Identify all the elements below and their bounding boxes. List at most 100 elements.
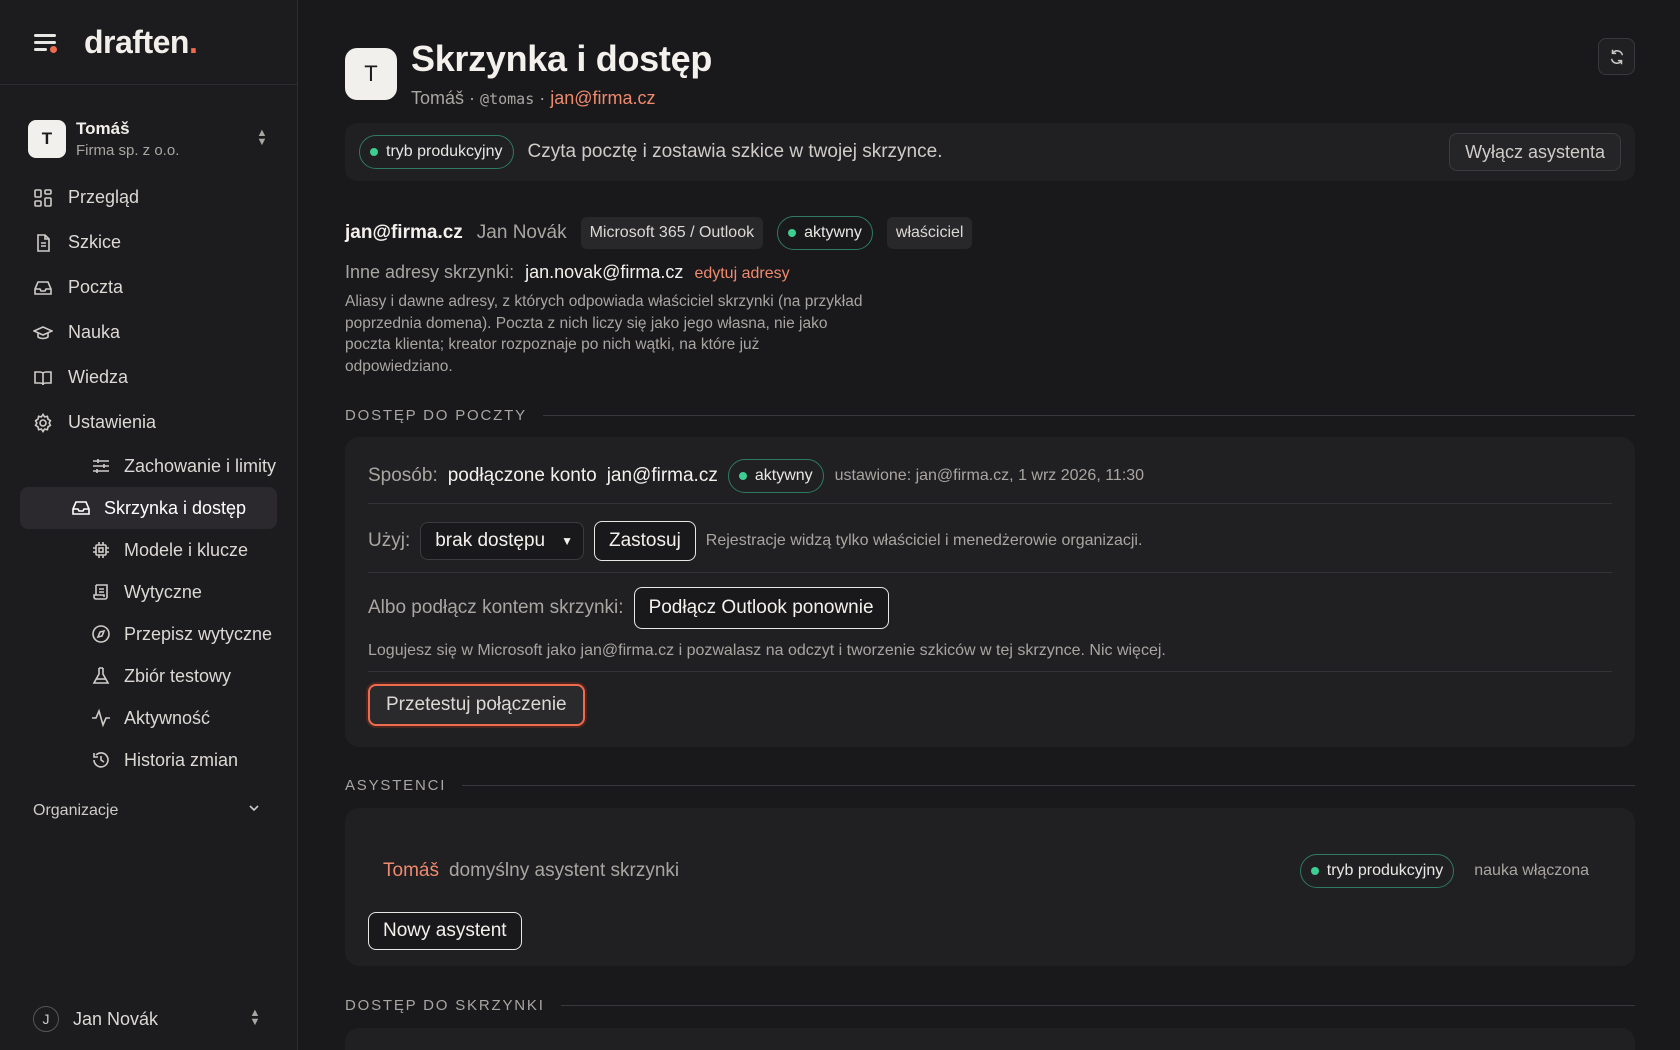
subtitle-name: Tomáš <box>411 88 465 108</box>
brand-logo[interactable]: draften. <box>84 24 198 61</box>
divider <box>368 572 1612 573</box>
assistants-card: Tomáš domyślny asystent skrzynki tryb pr… <box>345 808 1635 966</box>
status-label: aktywny <box>754 467 813 484</box>
disable-assistant-button[interactable]: Wyłącz asystenta <box>1449 133 1621 171</box>
section-title-assistants: ASYSTENCI <box>345 777 1635 794</box>
status-dot <box>788 229 797 237</box>
subnav-item-label: Aktywność <box>124 707 211 728</box>
sliders-icon <box>90 455 112 477</box>
sidebar: draften. T Tomáš Firma sp. z o.o. ▲ ▼ Prz… <box>0 0 298 1050</box>
workspace-name: Tomáš <box>76 119 130 138</box>
edit-aliases-link[interactable]: edytuj adresy <box>694 265 789 282</box>
chevron-down-icon <box>247 801 261 820</box>
nav-item-szkice[interactable]: Szkice <box>0 220 297 265</box>
page-title: Skrzynka i dostęp <box>411 38 713 79</box>
subtitle-email-link[interactable]: jan@firma.cz <box>550 88 655 108</box>
aliases-value: jan.novak@firma.cz <box>525 262 684 282</box>
user-menu[interactable]: J Jan Novák ▲ ▼ <box>0 1006 298 1032</box>
subnav-item-wytyczne[interactable]: Wytyczne <box>20 571 277 613</box>
account-email: jan@firma.cz <box>345 222 463 243</box>
method-email: jan@firma.cz <box>606 465 718 486</box>
learning-status: nauka włączona <box>1474 862 1589 879</box>
subnav-item-przepisz[interactable]: Przepisz wytyczne <box>20 613 277 655</box>
document-icon <box>32 232 54 254</box>
new-assistant-row: Nowy asystent <box>368 911 1612 951</box>
section-title-mail-access: DOSTĘP DO POCZTY <box>345 407 1635 424</box>
reconnect-outlook-button[interactable]: Podłącz Outlook ponownie <box>633 587 889 629</box>
page-header: T Skrzynka i dostęp Tomáš · @tomas · jan… <box>345 38 712 109</box>
inbox-icon <box>70 497 92 519</box>
assistant-avatar: T <box>345 48 397 100</box>
section-label: ASYSTENCI <box>345 777 447 794</box>
section-label: DOSTĘP DO SKRZYNKI <box>345 997 545 1014</box>
method-row: Sposób: podłączone konto jan@firma.cz ak… <box>368 459 1612 493</box>
chevron-updown-icon: ▲ ▼ <box>249 1007 261 1028</box>
nav-item-ustawienia[interactable]: Ustawienia <box>0 400 297 445</box>
nav-item-label: Nauka <box>68 322 121 342</box>
mode-badge: tryb produkcyjny <box>359 135 514 169</box>
use-row: Użyj: brak dostępu ▼ Zastosuj Rejestracj… <box>368 521 1612 561</box>
subnav-item-label: Zbiór testowy <box>124 665 232 686</box>
nav-item-label: Poczta <box>68 277 124 297</box>
method-label: Sposób: <box>368 465 438 486</box>
box-access-card <box>345 1028 1635 1050</box>
apply-button[interactable]: Zastosuj <box>593 521 696 561</box>
grid-icon <box>32 187 54 209</box>
test-connection-button[interactable]: Przetestuj połączenie <box>368 684 585 726</box>
chip-icon <box>90 539 112 561</box>
scroll-icon <box>90 581 112 603</box>
nav-item-label: Przegląd <box>68 187 140 207</box>
subnav-item-zachowanie[interactable]: Zachowanie i limity <box>20 445 277 487</box>
workspace-switcher[interactable]: T Tomáš Firma sp. z o.o. ▲ ▼ <box>0 115 297 163</box>
activity-icon <box>90 707 112 729</box>
subnav-item-aktywnosc[interactable]: Aktywność <box>20 697 277 739</box>
mode-label: tryb produkcyjny <box>1326 862 1444 879</box>
account-row: jan@firma.cz Jan Novák Microsoft 365 / O… <box>345 216 973 250</box>
brand-bar: draften. <box>0 0 297 85</box>
section-title-box-access: DOSTĘP DO SKRZYNKI <box>345 997 1635 1014</box>
inbox-icon <box>32 277 54 299</box>
connect-label: Albo podłącz kontem skrzynki: <box>368 597 624 618</box>
flask-icon <box>90 665 112 687</box>
subnav-item-zbior[interactable]: Zbiór testowy <box>20 655 277 697</box>
account-name: Jan Novák <box>476 222 567 243</box>
nav-item-wiedza[interactable]: Wiedza <box>0 355 297 400</box>
subtitle-handle: @tomas <box>480 90 535 108</box>
status-dot <box>1310 867 1319 875</box>
main-nav: Przegląd Szkice Poczta Nauka Wiedza Usta… <box>0 175 297 781</box>
section-label: DOSTĘP DO POCZTY <box>345 407 527 424</box>
subnav-item-label: Historia zmian <box>124 749 239 770</box>
refresh-button[interactable] <box>1598 38 1635 75</box>
book-icon <box>32 367 54 389</box>
subnav-item-historia[interactable]: Historia zmian <box>20 739 277 781</box>
status-dot <box>738 472 747 480</box>
nav-item-nauka[interactable]: Nauka <box>0 310 297 355</box>
access-select[interactable]: brak dostępu ▼ <box>420 522 584 560</box>
nav-item-label: Szkice <box>68 232 122 252</box>
menu-icon[interactable] <box>32 31 60 53</box>
subnav-item-skrzynka[interactable]: Skrzynka i dostęp <box>20 487 277 529</box>
connect-note-row: Logujesz się w Microsoft jako jan@firma.… <box>368 639 1612 663</box>
separator: · <box>539 88 546 108</box>
assistant-status-banner: tryb produkcyjny Czyta pocztę i zostawia… <box>345 123 1635 181</box>
access-select-value: brak dostępu <box>435 530 546 551</box>
assistant-row[interactable]: Tomáš domyślny asystent skrzynki tryb pr… <box>383 853 1589 889</box>
status-dot <box>370 148 378 156</box>
connect-row: Albo podłącz kontem skrzynki: Podłącz Ou… <box>368 587 1612 629</box>
gear-icon <box>32 412 54 434</box>
nav-item-poczta[interactable]: Poczta <box>0 265 297 310</box>
chevron-down-icon: ▼ <box>561 534 573 548</box>
workspace-avatar: T <box>28 120 66 158</box>
method-value: podłączone konto <box>447 465 597 486</box>
subnav-item-label: Przepisz wytyczne <box>124 623 273 644</box>
divider <box>368 503 1612 504</box>
nav-item-label: Ustawienia <box>68 412 157 432</box>
refresh-icon <box>1610 49 1623 64</box>
nav-item-przeglad[interactable]: Przegląd <box>0 175 297 220</box>
new-assistant-button[interactable]: Nowy asystent <box>368 912 522 950</box>
status-badge: aktywny <box>727 459 824 493</box>
organizations-label: Organizacje <box>33 801 119 819</box>
nav-item-label: Wiedza <box>68 367 129 387</box>
subnav-item-modele[interactable]: Modele i klucze <box>20 529 277 571</box>
organizations-toggle[interactable]: Organizacje <box>0 801 297 820</box>
